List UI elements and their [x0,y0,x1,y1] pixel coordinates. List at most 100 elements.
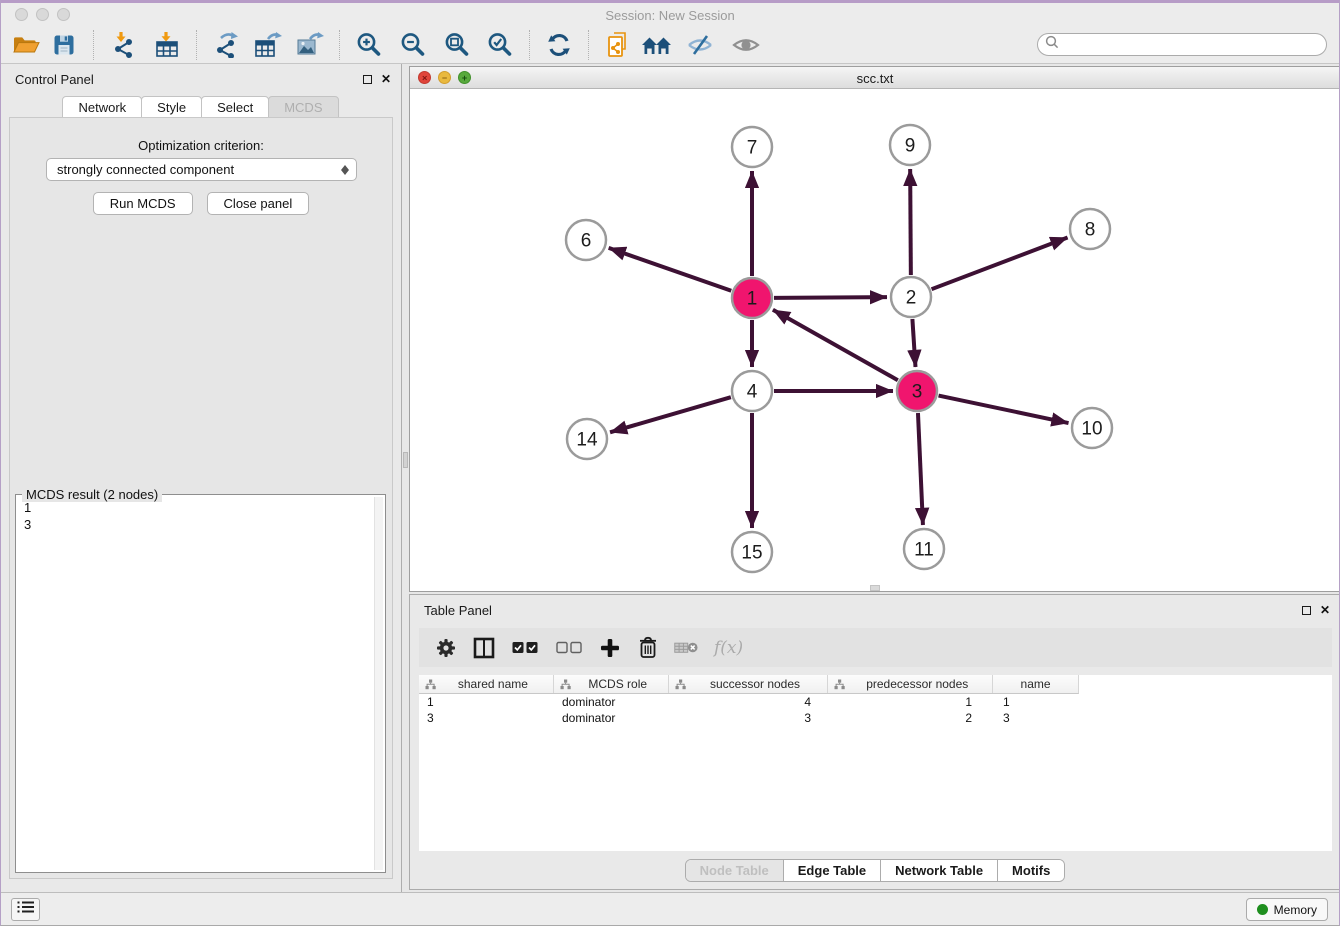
table-cell[interactable]: 3 [669,711,829,725]
run-mcds-button[interactable]: Run MCDS [93,192,193,215]
unselect-all-columns-icon[interactable] [554,635,584,661]
optimization-criterion-label: Optimization criterion: [10,138,392,153]
zoom-fit-icon[interactable] [440,29,474,61]
table-cell[interactable]: dominator [554,695,669,709]
tab-style[interactable]: Style [141,96,202,118]
table-cell[interactable]: 3 [994,711,1079,725]
delete-column-trash-icon[interactable] [636,635,660,661]
graph-node-label-3: 3 [912,382,923,403]
toolbar-separator [588,30,589,60]
hide-details-eye-slash-icon[interactable] [683,29,717,61]
memory-button[interactable]: Memory [1246,898,1328,921]
zoom-out-icon[interactable] [396,29,430,61]
export-image-icon[interactable] [293,29,327,61]
vertical-splitter-handle[interactable] [403,452,408,468]
graph-node-label-7: 7 [747,138,758,159]
network-canvas[interactable]: 1234678910111415 [410,89,1340,591]
graph-edge-1-2[interactable] [774,297,887,298]
import-table-icon[interactable] [150,29,184,61]
close-panel-icon[interactable] [381,73,391,85]
refresh-layout-icon[interactable] [542,29,576,61]
toolbar-separator [529,30,530,60]
graph-edge-3-10[interactable] [939,396,1069,423]
export-table-icon[interactable] [251,29,285,61]
tab-edge-table[interactable]: Edge Table [784,860,881,881]
graph-node-label-1: 1 [747,289,758,310]
import-network-icon[interactable] [106,29,140,61]
graph-edge-2-9[interactable] [910,169,911,275]
column-header-mcds-role[interactable]: MCDS role [554,675,669,693]
task-history-button[interactable] [11,898,40,921]
delete-table-icon [674,635,698,661]
home-icon[interactable] [641,29,675,61]
close-panel-button[interactable]: Close panel [207,192,310,215]
result-scrollbar[interactable] [374,497,383,870]
column-tree-icon [560,679,571,693]
tab-network-table[interactable]: Network Table [881,860,998,881]
graph-edge-2-3[interactable] [912,319,915,367]
criterion-select[interactable]: strongly connected component [46,158,357,181]
tab-motifs[interactable]: Motifs [998,860,1064,881]
table-cell[interactable]: 1 [829,695,994,709]
search-box[interactable] [1037,33,1327,56]
table-cell[interactable]: 2 [829,711,994,725]
tab-select[interactable]: Select [201,96,269,118]
graph-edge-3-1[interactable] [773,310,898,380]
network-window-title: scc.txt [410,67,1340,86]
table-row[interactable]: 1dominator411 [419,694,1079,710]
create-column-plus-icon[interactable] [598,635,622,661]
save-session-icon[interactable] [47,29,81,61]
tab-mcds[interactable]: MCDS [268,96,338,118]
network-minimize-icon[interactable] [438,71,451,84]
column-header-predecessor-nodes[interactable]: predecessor nodes [828,675,993,693]
table-cell[interactable]: 4 [669,695,829,709]
search-input[interactable] [1060,35,1326,54]
column-label: MCDS role [588,677,647,691]
column-header-shared-name[interactable]: shared name [419,675,554,693]
toolbar-separator [93,30,94,60]
close-table-panel-icon[interactable] [1320,604,1330,616]
table-cell[interactable]: 1 [994,695,1079,709]
graph-edge-1-6[interactable] [609,248,732,291]
column-tree-icon [425,679,436,693]
network-close-icon[interactable] [418,71,431,84]
table-settings-gear-icon[interactable] [434,635,458,661]
show-columns-icon[interactable] [472,635,496,661]
column-header-name[interactable]: name [993,675,1078,693]
graph-edge-3-11[interactable] [918,413,923,525]
tab-network[interactable]: Network [62,96,142,118]
select-stepper-icon [340,163,349,177]
show-details-eye-icon [729,29,763,61]
table-cell[interactable]: dominator [554,711,669,725]
tab-node-table[interactable]: Node Table [686,860,784,881]
graph-edge-2-8[interactable] [932,238,1068,290]
zoom-in-icon[interactable] [352,29,386,61]
graph-node-label-14: 14 [576,430,598,451]
memory-label: Memory [1274,903,1317,917]
open-session-icon[interactable] [9,29,43,61]
node-table[interactable]: shared name MCDS role successor nodesprede… [419,675,1332,851]
network-canvas-svg: 1234678910111415 [410,89,1340,591]
table-header-row: shared name MCDS role successor nodesprede… [419,675,1079,694]
new-network-from-file-icon[interactable] [601,29,635,61]
control-panel-title: Control Panel [15,72,94,87]
table-cell[interactable]: 3 [419,711,554,725]
table-cell[interactable]: 1 [419,695,554,709]
select-all-columns-icon[interactable] [510,635,540,661]
export-network-icon[interactable] [209,29,243,61]
network-window-titlebar: scc.txt [410,67,1340,89]
column-tree-icon [675,679,686,693]
graph-edge-4-14[interactable] [610,397,731,432]
graph-node-label-9: 9 [905,136,916,157]
canvas-splitter-handle[interactable] [870,585,880,591]
column-header-successor-nodes[interactable]: successor nodes [669,675,829,693]
search-icon [1044,34,1060,55]
window-title: Session: New Session [1,8,1339,23]
table-row[interactable]: 3dominator323 [419,710,1079,726]
float-table-panel-icon[interactable] [1302,606,1311,615]
graph-node-label-10: 10 [1081,419,1102,440]
column-label: name [1021,677,1051,691]
float-panel-icon[interactable] [363,75,372,84]
network-maximize-icon[interactable] [458,71,471,84]
zoom-selected-icon[interactable] [483,29,517,61]
